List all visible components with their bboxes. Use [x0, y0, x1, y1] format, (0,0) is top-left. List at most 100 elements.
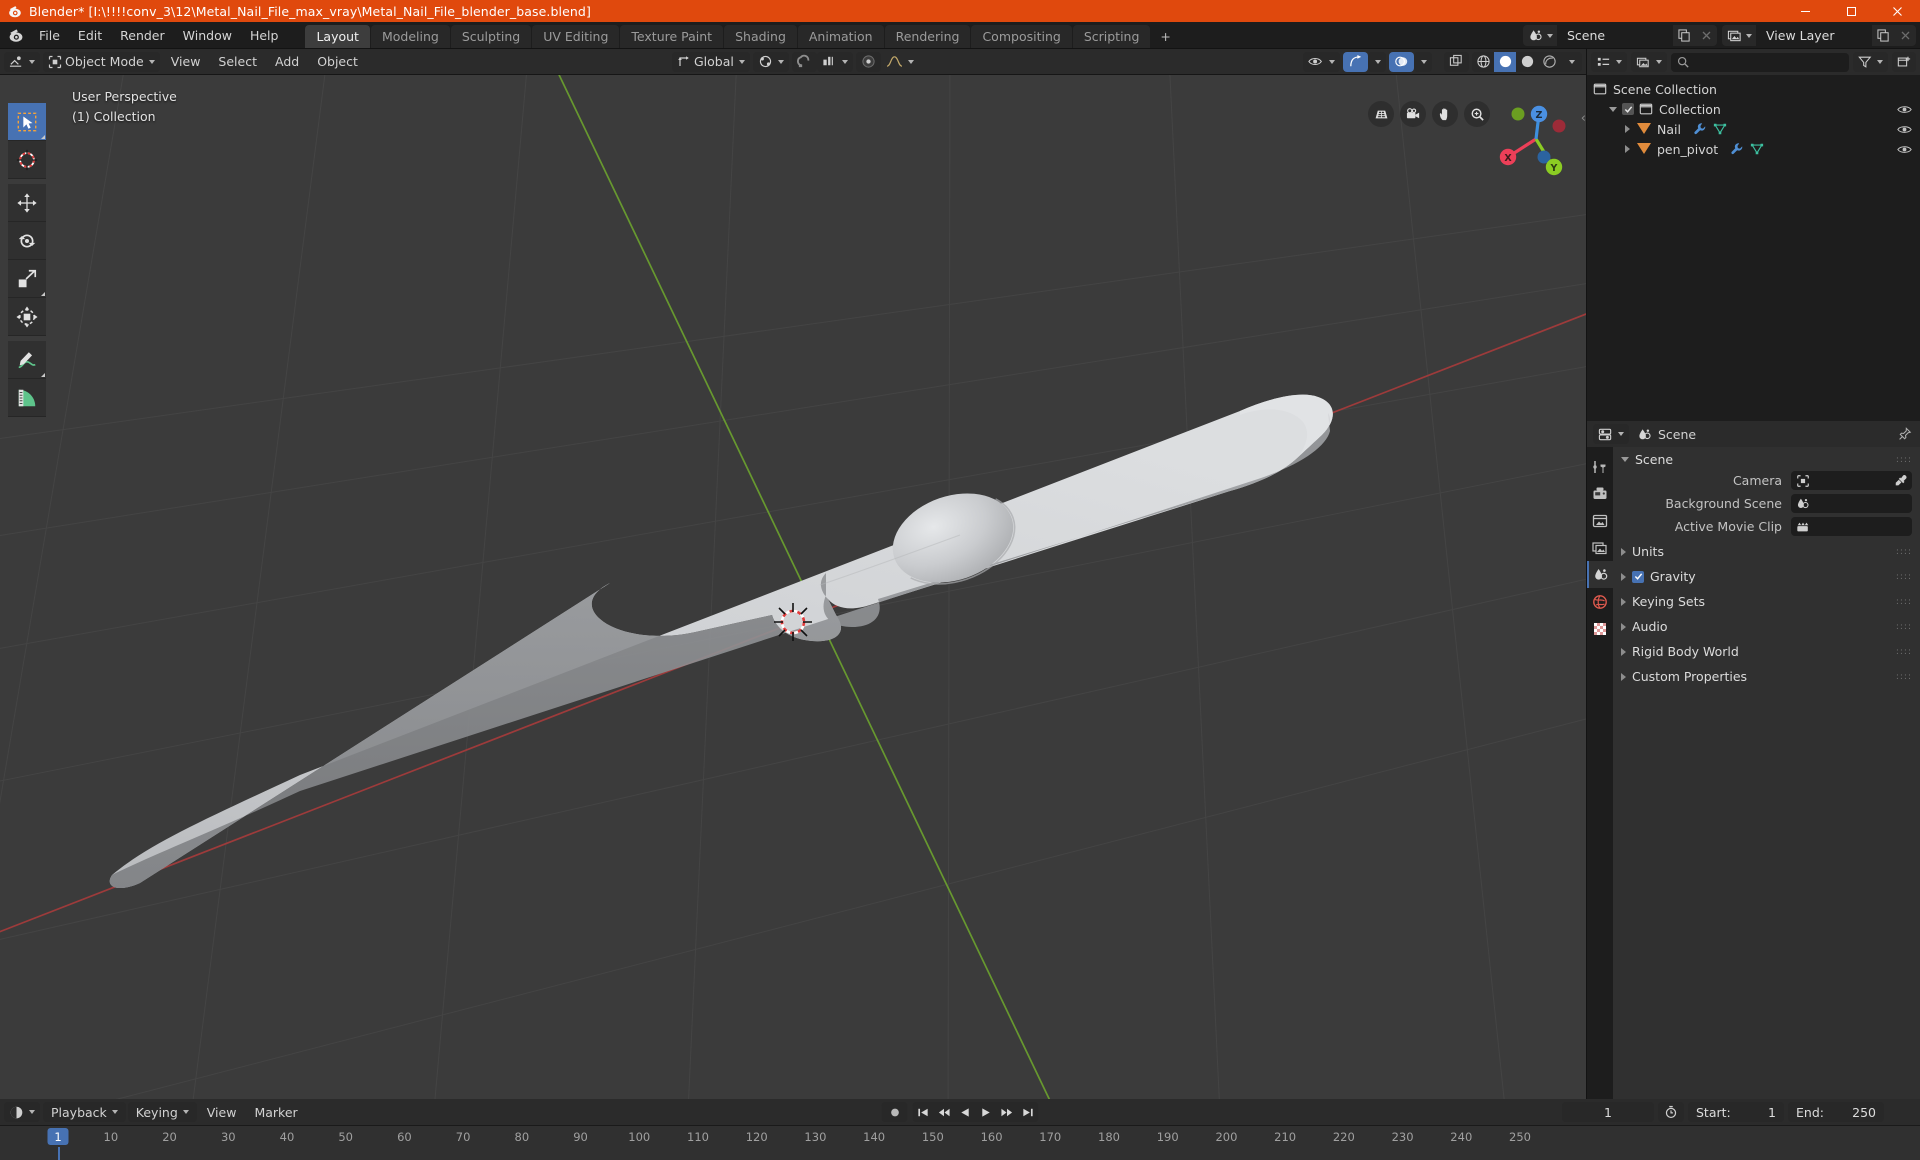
modifier-wrench-icon[interactable] [1693, 122, 1707, 136]
jump-to-end-button[interactable] [1018, 1102, 1039, 1122]
menu-item-file[interactable]: File [30, 22, 69, 49]
frame-end-field[interactable]: End: 250 [1788, 1102, 1884, 1122]
gizmo-settings-dropdown[interactable] [1368, 51, 1386, 72]
close-button[interactable] [1874, 0, 1920, 22]
scene-name-field[interactable]: Scene [1557, 25, 1673, 46]
scene-properties-tab[interactable] [1587, 561, 1613, 588]
menu-item-render[interactable]: Render [111, 22, 174, 49]
new-scene-button[interactable] [1673, 25, 1695, 46]
solid-shading-button[interactable] [1494, 51, 1516, 72]
tweak-select-box-tool[interactable] [8, 103, 46, 141]
proportional-falloff-dropdown[interactable] [881, 52, 919, 72]
overlays-toggle-button[interactable] [1389, 51, 1414, 72]
menu-item-edit[interactable]: Edit [69, 22, 111, 49]
timeline-menu-playback[interactable]: Playback [43, 1102, 126, 1122]
outliner-disclosure-icon[interactable] [1609, 106, 1617, 112]
snap-toggle-button[interactable] [791, 51, 817, 72]
outliner-disclosure-icon[interactable] [1625, 125, 1630, 133]
outliner-disclosure-icon[interactable] [1625, 145, 1630, 153]
mesh-data-icon[interactable] [1750, 142, 1764, 156]
play-reverse-button[interactable] [955, 1102, 976, 1122]
play-button[interactable] [976, 1102, 997, 1122]
viewport-menu-object[interactable]: Object [309, 52, 366, 72]
workspace-tab-sculpting[interactable]: Sculpting [450, 25, 532, 48]
menu-item-window[interactable]: Window [174, 22, 241, 49]
pivot-point-dropdown[interactable] [752, 51, 789, 72]
remove-view-layer-button[interactable] [1894, 25, 1916, 46]
jump-to-previous-keyframe-button[interactable] [934, 1102, 955, 1122]
tool-properties-tab[interactable] [1587, 453, 1613, 480]
panel-header-gravity[interactable]: Gravity:::: [1613, 566, 1920, 587]
measure-tool[interactable] [8, 379, 46, 417]
add-workspace-button[interactable]: + [1151, 25, 1179, 48]
outliner-filter-button[interactable] [1853, 52, 1888, 72]
new-collection-button[interactable] [1892, 52, 1916, 72]
workspace-tab-compositing[interactable]: Compositing [971, 25, 1072, 48]
pin-icon[interactable] [1898, 427, 1912, 441]
panel-header-custom-properties[interactable]: Custom Properties:::: [1613, 666, 1920, 687]
snap-settings-dropdown[interactable] [816, 51, 853, 72]
blender-menu-icon[interactable] [0, 22, 30, 48]
timeline-menu-view[interactable]: View [199, 1102, 245, 1122]
panel-enable-checkbox[interactable] [1632, 570, 1644, 583]
timeline-menu-marker[interactable]: Marker [246, 1102, 305, 1122]
rendered-shading-button[interactable] [1538, 52, 1560, 72]
menu-item-help[interactable]: Help [241, 22, 288, 49]
frame-start-field[interactable]: Start: 1 [1688, 1102, 1784, 1122]
timeline-ruler[interactable]: 1 10 20 30 40 50 60 70 80 90 100 110 120 130 140 150 160… [0, 1125, 1920, 1147]
viewport-menu-add[interactable]: Add [267, 52, 307, 72]
material-preview-shading-button[interactable] [1516, 52, 1538, 72]
current-frame-field[interactable]: 1 [1562, 1102, 1654, 1122]
view-layer-selector[interactable]: View Layer [1722, 25, 1916, 46]
viewport-menu-select[interactable]: Select [210, 52, 265, 72]
render-properties-tab[interactable] [1587, 480, 1613, 507]
viewport-editor-type-button[interactable] [4, 51, 40, 72]
annotate-tool[interactable] [8, 341, 46, 379]
view-layer-name-field[interactable]: View Layer [1756, 25, 1872, 46]
transform-orientation-dropdown[interactable]: Global [672, 51, 750, 72]
properties-editor-type-button[interactable] [1593, 424, 1629, 444]
3d-viewport[interactable]: User Perspective (1) Collection Z X Y ‹ [0, 75, 1586, 1099]
workspace-tab-texture-paint[interactable]: Texture Paint [620, 25, 724, 48]
maximize-button[interactable] [1828, 0, 1874, 22]
view-layer-browse-icon[interactable] [1722, 25, 1756, 46]
eyedropper-icon[interactable] [1894, 474, 1908, 488]
transform-tool[interactable] [8, 298, 46, 336]
outliner-search-input[interactable] [1671, 52, 1849, 72]
viewport-sidebar-toggle-icon[interactable]: ‹ [1581, 111, 1586, 126]
timeline-menu-keying[interactable]: Keying [127, 1102, 197, 1122]
workspace-tab-scripting[interactable]: Scripting [1072, 25, 1151, 48]
proportional-edit-toggle[interactable] [855, 51, 881, 72]
panel-header-units[interactable]: Units:::: [1613, 541, 1920, 562]
move-tool[interactable] [8, 184, 46, 222]
camera-view-icon[interactable] [1400, 101, 1426, 127]
panel-header-audio[interactable]: Audio:::: [1613, 616, 1920, 637]
workspace-tab-uv-editing[interactable]: UV Editing [532, 25, 620, 48]
scene-browse-icon[interactable] [1523, 25, 1557, 46]
world-properties-tab[interactable] [1587, 588, 1613, 615]
workspace-tab-shading[interactable]: Shading [724, 25, 797, 48]
workspace-tab-rendering[interactable]: Rendering [884, 25, 971, 48]
minimize-button[interactable] [1782, 0, 1828, 22]
visibility-dropdown[interactable] [1303, 51, 1340, 72]
panel-header-rigid-body-world[interactable]: Rigid Body World:::: [1613, 641, 1920, 662]
cursor-tool[interactable] [8, 141, 46, 179]
auto-keying-record-button[interactable] [881, 1102, 908, 1122]
navigation-gizmo[interactable]: Z X Y [1490, 97, 1574, 181]
overlays-settings-dropdown[interactable] [1414, 51, 1432, 72]
timeline-track-area[interactable] [0, 1147, 1920, 1160]
modifier-wrench-icon[interactable] [1730, 142, 1744, 156]
xray-toggle-button[interactable] [1444, 51, 1469, 72]
object-mode-dropdown[interactable]: Object Mode [43, 51, 160, 72]
outliner-visibility-eye-icon[interactable] [1897, 124, 1912, 135]
output-properties-tab[interactable] [1587, 507, 1613, 534]
panel-header-keying-sets[interactable]: Keying Sets:::: [1613, 591, 1920, 612]
outliner-visibility-eye-icon[interactable] [1897, 104, 1912, 115]
timeline-playhead[interactable]: 1 [47, 1128, 69, 1145]
property-value-field[interactable] [1791, 517, 1912, 536]
use-preview-range-button[interactable] [1658, 1102, 1684, 1122]
jump-to-start-button[interactable] [913, 1102, 934, 1122]
outliner-row[interactable]: pen_pivot [1587, 139, 1920, 159]
zoom-view-icon[interactable] [1464, 101, 1490, 127]
outliner-row[interactable]: Collection [1587, 99, 1920, 119]
